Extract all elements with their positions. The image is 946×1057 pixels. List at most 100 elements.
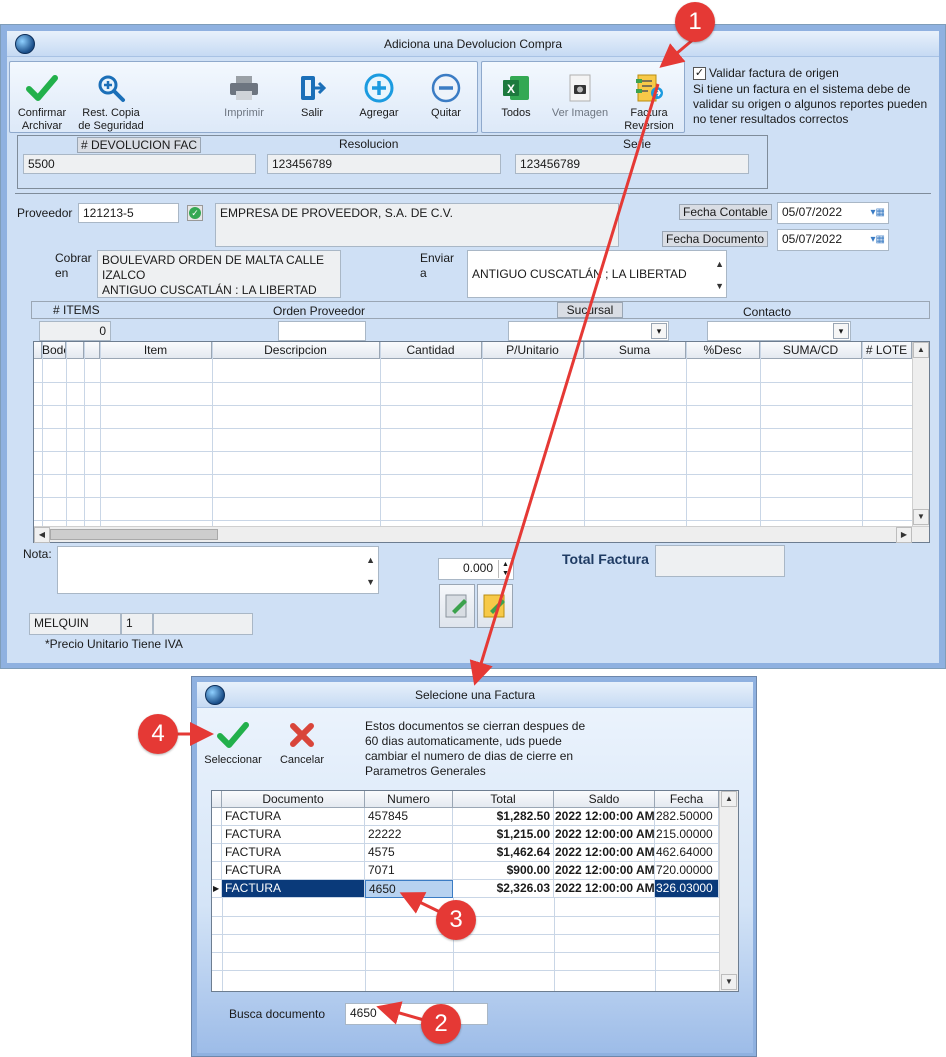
edit-note-button[interactable] xyxy=(439,584,475,628)
confirm-button[interactable]: Confirmar Archivar xyxy=(13,71,71,133)
orden-field[interactable] xyxy=(278,321,366,341)
confirm-label: Confirmar Archivar xyxy=(17,107,67,132)
column-header[interactable]: SUMA/CD xyxy=(760,342,862,359)
search-document-value: 4650 xyxy=(350,1006,377,1020)
lines-grid[interactable]: Bodega Item Descripcion Cantidad P/Unita… xyxy=(33,341,930,543)
enviar-scroll[interactable]: ▲ ▼ xyxy=(715,253,724,297)
proveedor-verified-icon[interactable]: ✓ xyxy=(187,205,203,221)
column-header-fecha[interactable]: Fecha xyxy=(655,791,719,808)
enviar-field[interactable]: ANTIGUO CUSCATLÁN ; LA LIBERTAD ▲ ▼ xyxy=(467,250,727,298)
chevron-down-icon[interactable]: ▾ xyxy=(833,323,849,339)
scroll-right-icon[interactable]: ▶ xyxy=(896,527,912,543)
cell-saldo: 2022 12:00:00 AM xyxy=(554,808,655,826)
fecha-documento-value: 05/07/2022 xyxy=(782,232,843,246)
table-row[interactable]: FACTURA 22222 $1,215.00 2022 12:00:00 AM… xyxy=(212,826,719,844)
nota-label: Nota: xyxy=(23,547,52,561)
grid-col-line xyxy=(482,342,483,526)
grid-col-line xyxy=(222,898,223,991)
cell-saldo: 2022 12:00:00 AM xyxy=(554,826,655,844)
scroll-down-icon[interactable]: ▼ xyxy=(913,509,929,525)
view-image-button[interactable]: Ver Imagen xyxy=(549,71,611,120)
remove-button[interactable]: Quitar xyxy=(421,71,471,120)
amount-field[interactable]: 0.000 ▲ ▼ xyxy=(438,558,514,580)
scroll-thumb[interactable] xyxy=(50,529,218,540)
proveedor-code-field[interactable]: 121213-5 xyxy=(78,203,179,223)
orden-label: Orden Proveedor xyxy=(273,304,366,318)
fecha-contable-value: 05/07/2022 xyxy=(782,205,843,219)
contacto-select[interactable]: ▾ xyxy=(707,321,851,341)
select-label: Seleccionar xyxy=(204,754,262,766)
column-header-saldo[interactable]: Saldo xyxy=(554,791,655,808)
column-header[interactable] xyxy=(66,342,84,359)
column-header[interactable]: Bodega xyxy=(42,342,66,359)
scroll-left-icon[interactable]: ◀ xyxy=(34,527,50,543)
print-button[interactable]: Imprimir xyxy=(219,71,269,120)
serie-field[interactable]: 123456789 xyxy=(515,154,749,174)
grid-horizontal-scrollbar[interactable]: ◀ ▶ xyxy=(34,526,929,543)
add-button[interactable]: Agregar xyxy=(351,71,407,120)
restore-backup-button[interactable]: Rest. Copia de Seguridad xyxy=(75,71,147,133)
column-header-total[interactable]: Total xyxy=(453,791,554,808)
invoice-grid-scrollbar[interactable]: ▲ ▼ xyxy=(719,791,738,991)
nota-scroll[interactable]: ▲ ▼ xyxy=(366,549,375,593)
nota-field[interactable]: ▲ ▼ xyxy=(57,546,379,594)
cell-documento: FACTURA xyxy=(222,826,365,844)
table-row[interactable]: FACTURA 7071 $900.00 2022 12:00:00 AM 72… xyxy=(212,862,719,880)
edit-sheet-button[interactable] xyxy=(477,584,513,628)
proveedor-label: Proveedor xyxy=(17,206,73,220)
column-header[interactable]: Cantidad xyxy=(380,342,482,359)
fecha-contable-field[interactable]: 05/07/2022 ▾▦ xyxy=(777,202,889,224)
grid-row-line xyxy=(34,520,912,521)
grid-row-line xyxy=(34,428,912,429)
column-header[interactable] xyxy=(84,342,100,359)
column-header[interactable]: Item xyxy=(100,342,212,359)
search-document-input[interactable]: 4650 xyxy=(345,1003,488,1025)
table-row[interactable]: FACTURA 457845 $1,282.50 2022 12:00:00 A… xyxy=(212,808,719,826)
validate-origin-checkbox[interactable]: ✓ xyxy=(693,67,706,80)
select-invoice-dialog: Selecione una Factura Seleccionar Cancel… xyxy=(191,676,757,1057)
cell-numero[interactable]: 4650 xyxy=(365,880,453,898)
grid-vertical-scrollbar[interactable]: ▲ ▼ xyxy=(912,342,929,526)
cancel-button[interactable]: Cancelar xyxy=(273,718,331,767)
column-header[interactable]: Suma xyxy=(584,342,686,359)
resolucion-field[interactable]: 123456789 xyxy=(267,154,501,174)
cobrar-label: Cobrar en xyxy=(55,251,92,280)
proveedor-name-field: EMPRESA DE PROVEEDOR, S.A. DE C.V. xyxy=(215,203,619,247)
column-header[interactable]: Descripcion xyxy=(212,342,380,359)
table-row-selected[interactable]: ▶ FACTURA 4650 $2,326.03 2022 12:00:00 A… xyxy=(212,880,719,898)
grid-corner xyxy=(212,791,222,808)
column-header[interactable]: P/Unitario xyxy=(482,342,584,359)
resolucion-label: Resolucion xyxy=(339,137,399,151)
column-header-numero[interactable]: Numero xyxy=(365,791,453,808)
sucursal-select[interactable]: ▾ xyxy=(508,321,669,341)
column-header[interactable]: # LOTE xyxy=(862,342,912,359)
calendar-icon[interactable]: ▾▦ xyxy=(871,233,885,247)
user-extra-field xyxy=(153,613,253,635)
export-all-button[interactable]: X Todos xyxy=(491,71,541,120)
cobrar-field: BOULEVARD ORDEN DE MALTA CALLE IZALCO AN… xyxy=(97,250,341,298)
column-header-documento[interactable]: Documento xyxy=(222,791,365,808)
select-button[interactable]: Seleccionar xyxy=(201,718,265,767)
print-label: Imprimir xyxy=(224,107,264,119)
checkmark-icon xyxy=(216,718,250,752)
fecha-documento-field[interactable]: 05/07/2022 ▾▦ xyxy=(777,229,889,251)
invoice-grid[interactable]: Documento Numero Total Saldo Fecha FACTU… xyxy=(211,790,739,992)
printer-icon xyxy=(227,71,261,105)
fecha-contable-label: Fecha Contable xyxy=(679,204,772,220)
grid-row-line xyxy=(212,952,719,953)
row-indicator xyxy=(212,808,222,826)
exit-button[interactable]: Salir xyxy=(287,71,337,120)
calendar-icon[interactable]: ▾▦ xyxy=(871,206,885,220)
dialog-note: Estos documentos se cierran despues de 6… xyxy=(365,719,586,778)
scroll-up-icon[interactable]: ▲ xyxy=(913,342,929,358)
chevron-down-icon[interactable]: ▾ xyxy=(651,323,667,339)
scroll-up-icon[interactable]: ▲ xyxy=(721,791,737,807)
grid-col-line xyxy=(42,342,43,526)
table-row[interactable]: FACTURA 4575 $1,462.64 2022 12:00:00 AM … xyxy=(212,844,719,862)
invoice-reversal-button[interactable]: Factura Reversion xyxy=(621,71,677,133)
amount-spinner[interactable]: ▲ ▼ xyxy=(498,560,512,578)
devolucion-field[interactable]: 5500 xyxy=(23,154,256,174)
scroll-down-icon[interactable]: ▼ xyxy=(721,974,737,990)
invoice-reversal-label: Factura Reversion xyxy=(624,107,674,132)
column-header[interactable]: %Desc xyxy=(686,342,760,359)
